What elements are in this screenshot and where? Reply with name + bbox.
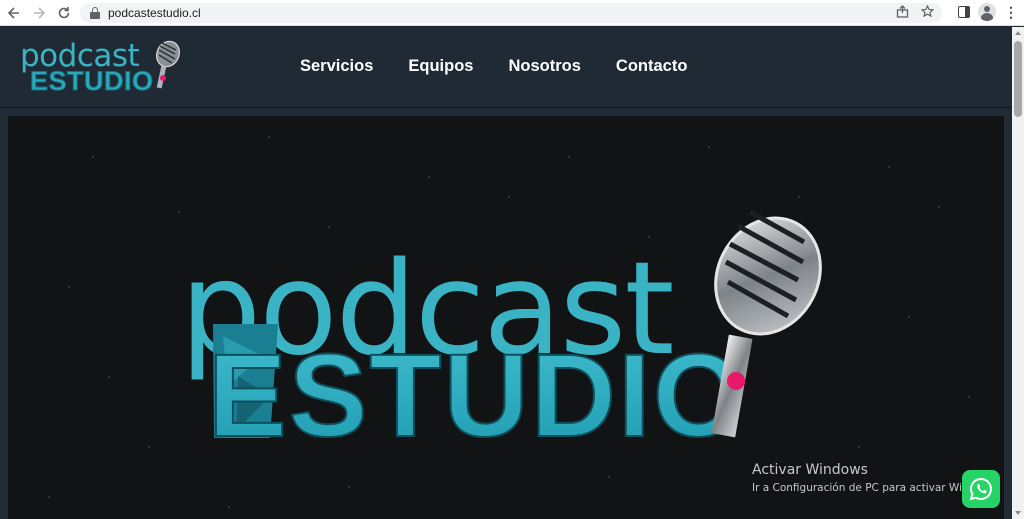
nav-servicios[interactable]: Servicios [300,57,373,76]
logo-estudio-text: ESTUDIO [30,66,154,97]
windows-activation-watermark: Activar Windows Ir a Configuración de PC… [752,462,975,494]
reload-icon[interactable] [53,2,75,24]
site-header: podcast ESTUDIO Servicios Equipos Nosotr… [0,27,1012,108]
nav-contacto[interactable]: Contacto [616,57,688,76]
menu-icon[interactable]: ⋮ [1004,5,1018,19]
whatsapp-button[interactable] [962,470,1000,508]
page-scrollbar[interactable] [1012,27,1024,519]
nav-nosotros[interactable]: Nosotros [508,57,580,76]
scroll-up-icon[interactable] [1015,31,1021,35]
site-logo[interactable]: podcast ESTUDIO [18,38,180,97]
hero-logo: podcast ESTUDIO [180,209,822,463]
whatsapp-icon [969,477,992,501]
watermark-subtitle: Ir a Configuración de PC para activar Wi… [752,482,976,494]
profile-icon[interactable] [978,3,996,21]
nav-equipos[interactable]: Equipos [408,57,473,76]
star-icon[interactable] [920,4,935,21]
back-arrow-icon[interactable] [3,2,25,24]
hero-microphone [711,209,822,438]
browser-toolbar: podcastestudio.cl ⋮ [0,0,1024,26]
url-text[interactable]: podcastestudio.cl [108,6,201,20]
side-panel-icon[interactable] [958,6,970,18]
forward-arrow-icon[interactable] [28,2,50,24]
microphone-icon [156,40,180,89]
scroll-down-icon[interactable] [1015,511,1021,515]
main-nav: Servicios Equipos Nosotros Contacto [300,57,687,76]
lock-icon[interactable] [90,7,100,19]
hero-banner: podcast ESTUDIO [8,116,1004,519]
share-icon[interactable] [896,5,909,21]
scroll-thumb[interactable] [1014,41,1022,117]
watermark-title: Activar Windows [752,462,868,478]
address-bar[interactable]: podcastestudio.cl [80,3,942,23]
hero-estudio-text: ESTUDIO [208,330,747,462]
